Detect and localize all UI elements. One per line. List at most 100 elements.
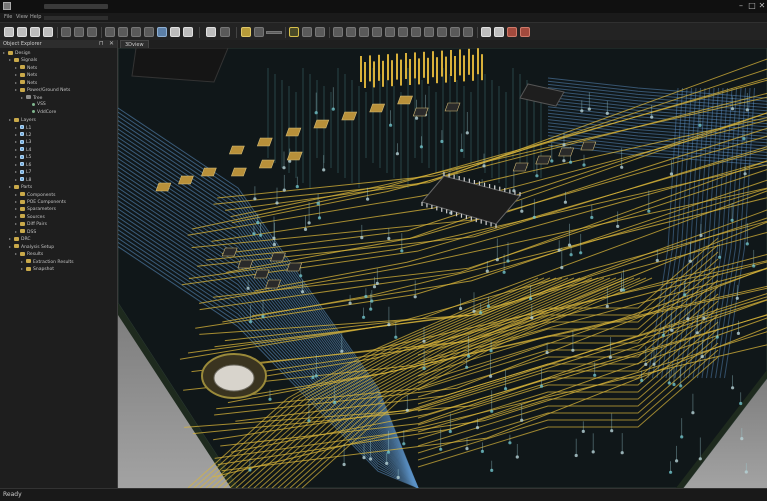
component-icon[interactable]	[481, 27, 491, 37]
capacitor	[256, 137, 273, 147]
view-bottom-icon[interactable]	[254, 27, 264, 37]
capacitor	[535, 155, 552, 165]
header-pin	[454, 56, 456, 82]
minimize-icon[interactable]: –	[736, 1, 746, 11]
tree-item[interactable]: ▸ Sources	[15, 213, 45, 220]
header-pin	[472, 54, 474, 81]
folder-icon	[14, 244, 19, 249]
tree-item-label: Nets	[27, 65, 38, 71]
grid-icon[interactable]	[220, 27, 230, 37]
zoom-out-icon[interactable]	[144, 27, 154, 37]
tree-item[interactable]: ▸ Signals	[9, 56, 37, 63]
tree-item[interactable]: ▸ Snapshot	[21, 265, 54, 272]
tree-item[interactable]: ▸ Parts	[9, 183, 32, 190]
tree-item[interactable]: ▸ Results	[15, 250, 43, 257]
view-top-icon[interactable]	[241, 27, 251, 37]
select-icon[interactable]	[170, 27, 180, 37]
orbit-icon[interactable]	[359, 27, 369, 37]
measure-icon[interactable]	[346, 27, 356, 37]
tree-item[interactable]: ▸ Design	[3, 49, 31, 56]
view-front-icon[interactable]	[289, 27, 299, 37]
settings-icon[interactable]	[507, 27, 517, 37]
zoom-fit-icon[interactable]	[157, 27, 167, 37]
tree-item[interactable]: ▸ L1	[15, 124, 31, 131]
tree-item-label: L1	[26, 125, 32, 131]
pin-icon[interactable]: ⊓	[99, 40, 104, 48]
tree-item[interactable]: ▸ L7	[15, 168, 31, 175]
tree-item[interactable]: ▸ Components	[15, 191, 55, 198]
tree-item[interactable]: ▸ DRC	[9, 235, 31, 242]
save-icon[interactable]	[30, 27, 40, 37]
transparency-icon[interactable]	[450, 27, 460, 37]
view-iso-icon[interactable]	[266, 31, 282, 34]
window-title	[44, 4, 108, 9]
tree-item[interactable]: ▸ POE Components	[15, 198, 66, 205]
tree-item[interactable]: ▸ L4	[15, 146, 31, 153]
view-left-icon[interactable]	[315, 27, 325, 37]
wireframe-icon[interactable]	[437, 27, 447, 37]
undo-icon[interactable]	[61, 27, 71, 37]
tree-item[interactable]: ▸ DSS	[15, 228, 36, 235]
redo-icon[interactable]	[74, 27, 84, 37]
zoom-window-icon[interactable]	[385, 27, 395, 37]
folder-icon	[20, 192, 25, 197]
header-pin	[396, 53, 398, 80]
tree-item-label: Design	[15, 51, 31, 56]
3d-viewport[interactable]	[118, 48, 767, 488]
menu-file[interactable]: File	[4, 13, 12, 22]
restore-icon[interactable]: □	[747, 1, 757, 11]
print-icon[interactable]	[43, 27, 53, 37]
folder-icon	[20, 221, 25, 226]
close-icon[interactable]: ✕	[109, 40, 114, 48]
shade-icon[interactable]	[424, 27, 434, 37]
copy-icon[interactable]	[105, 27, 115, 37]
tree-item-label: L6	[26, 162, 32, 168]
open-icon[interactable]	[17, 27, 27, 37]
tree-item[interactable]: VSS	[27, 101, 46, 108]
tree-item[interactable]: ▸ Power/Ground Nets	[15, 86, 70, 93]
tree-item[interactable]: ▸ Diff Pairs	[15, 220, 47, 227]
view-right-icon[interactable]	[333, 27, 343, 37]
capacitor	[412, 107, 429, 117]
tree-item[interactable]: ▸ L8	[15, 176, 31, 183]
tree-item[interactable]: ▸ L5	[15, 153, 31, 160]
rotate-icon[interactable]	[183, 27, 193, 37]
tree-item[interactable]: ▸ Extraction Results	[21, 258, 74, 265]
paste-icon[interactable]	[118, 27, 128, 37]
header-pin	[450, 50, 452, 76]
menu-help[interactable]: Help	[30, 13, 41, 22]
stop-icon[interactable]	[520, 27, 530, 37]
view-back-icon[interactable]	[302, 27, 312, 37]
tree-item-label: DSS	[27, 229, 37, 235]
tree-item-label: L2	[26, 132, 32, 138]
zoom-prev-icon[interactable]	[398, 27, 408, 37]
main-toolbar	[0, 22, 767, 41]
tree-item[interactable]: ▸ L3	[15, 138, 31, 145]
tree-item[interactable]: ▸ Nets	[15, 79, 37, 86]
tree-item[interactable]: VddCore	[27, 109, 56, 116]
tree-item[interactable]: ▸ Layers	[9, 116, 36, 123]
tree-item[interactable]: ▸ Nets	[15, 71, 37, 78]
net-icon[interactable]	[494, 27, 504, 37]
layer-icon[interactable]	[206, 27, 216, 37]
zoom-in-icon[interactable]	[131, 27, 141, 37]
title-bar: – □ ✕	[0, 0, 767, 14]
capacitor	[444, 102, 461, 112]
header-pin	[378, 54, 380, 81]
box-select-icon[interactable]	[411, 27, 421, 37]
tree-item[interactable]: ▸ L2	[15, 131, 31, 138]
close-window-icon[interactable]: ✕	[757, 1, 767, 11]
cut-icon[interactable]	[87, 27, 97, 37]
pcb-3d-render[interactable]	[118, 48, 767, 488]
tree-item[interactable]: ▸ Tree	[21, 94, 42, 101]
explode-icon[interactable]	[463, 27, 473, 37]
tree-item-label: Layers	[21, 118, 36, 124]
tree-item-label: VddCore	[37, 109, 57, 115]
pan-icon[interactable]	[372, 27, 382, 37]
tree-item[interactable]: ▸ L6	[15, 161, 31, 168]
tree-item[interactable]: ▸ Analysis Setup	[9, 243, 54, 250]
menu-view[interactable]: View	[16, 13, 28, 22]
tree-item[interactable]: ▸ Nets	[15, 64, 37, 71]
new-icon[interactable]	[4, 27, 14, 37]
tree-item[interactable]: ▸ Sparameters	[15, 205, 56, 212]
